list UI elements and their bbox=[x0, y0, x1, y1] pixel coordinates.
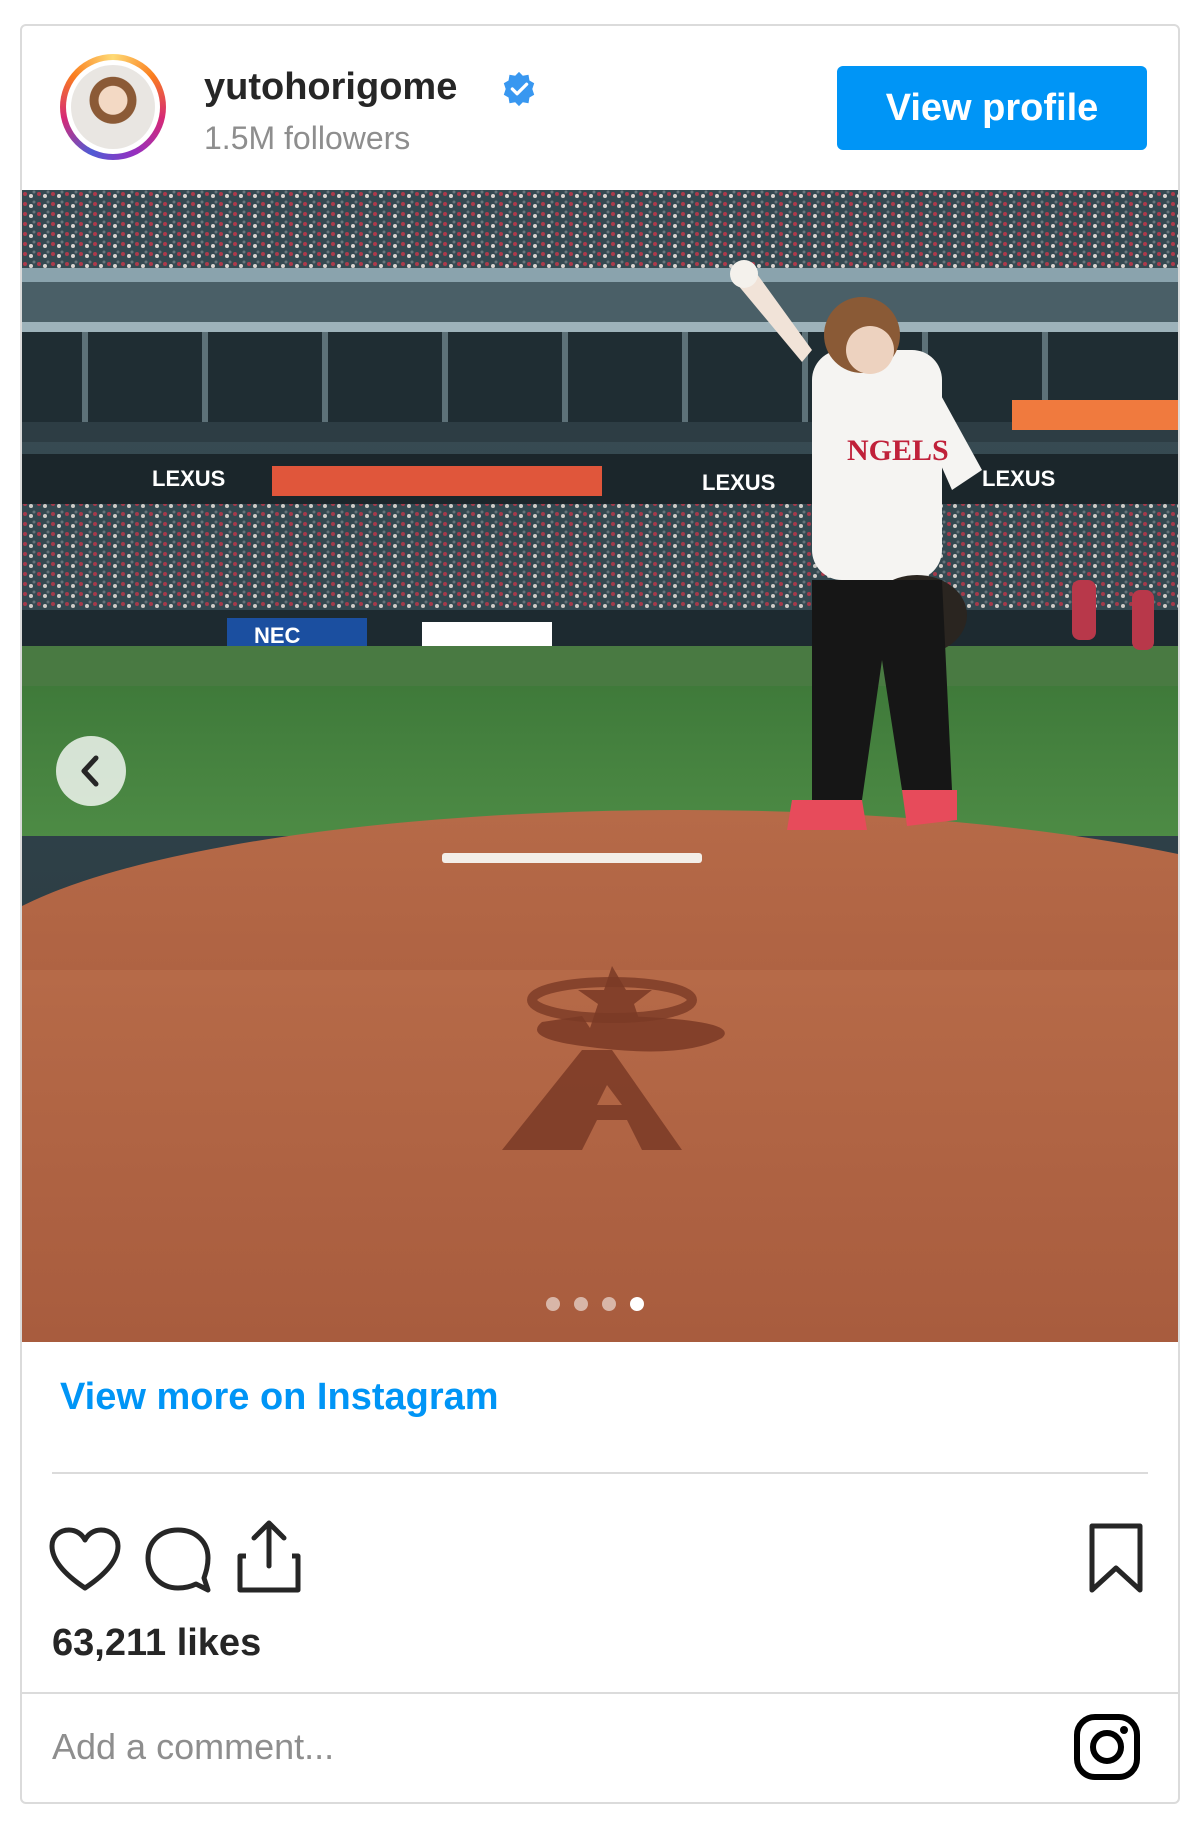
carousel-dot bbox=[602, 1297, 616, 1311]
comment-icon[interactable] bbox=[142, 1524, 212, 1594]
divider bbox=[52, 1472, 1148, 1474]
verified-badge-icon bbox=[503, 71, 535, 107]
carousel-dot-active bbox=[630, 1297, 644, 1311]
avatar-image bbox=[71, 65, 155, 149]
svg-text:NEC: NEC bbox=[254, 623, 301, 648]
avatar[interactable] bbox=[60, 54, 166, 160]
chevron-left-icon bbox=[81, 755, 99, 787]
followers-count: 1.5M followers bbox=[204, 120, 411, 156]
svg-text:LEXUS: LEXUS bbox=[152, 466, 225, 491]
comment-input[interactable]: Add a comment... bbox=[52, 1726, 334, 1768]
share-icon[interactable] bbox=[234, 1518, 304, 1594]
heart-icon[interactable] bbox=[48, 1526, 122, 1592]
action-bar bbox=[22, 1486, 1178, 1606]
baseball-stadium-image: LEXUS LEXUS LEXUS NEC NGELS bbox=[22, 190, 1178, 1342]
svg-text:LEXUS: LEXUS bbox=[702, 470, 775, 495]
svg-text:NGELS: NGELS bbox=[847, 434, 949, 467]
likes-count: 63,211 likes bbox=[52, 1622, 262, 1664]
carousel-dot bbox=[546, 1297, 560, 1311]
view-more-link[interactable]: View more on Instagram bbox=[60, 1376, 499, 1419]
instagram-embed-card: yutohorigome 1.5M followers View profile bbox=[20, 24, 1180, 1804]
carousel-indicator bbox=[546, 1297, 644, 1311]
post-photo[interactable]: LEXUS LEXUS LEXUS NEC NGELS bbox=[22, 190, 1178, 1342]
instagram-icon[interactable] bbox=[1072, 1712, 1142, 1782]
carousel-prev-button[interactable] bbox=[56, 736, 126, 806]
bookmark-icon[interactable] bbox=[1086, 1522, 1146, 1594]
svg-text:LEXUS: LEXUS bbox=[982, 466, 1055, 491]
view-profile-button[interactable]: View profile bbox=[837, 66, 1147, 150]
username[interactable]: yutohorigome bbox=[204, 66, 457, 109]
post-header: yutohorigome 1.5M followers View profile bbox=[22, 26, 1178, 190]
divider bbox=[22, 1692, 1178, 1694]
carousel-dot bbox=[574, 1297, 588, 1311]
